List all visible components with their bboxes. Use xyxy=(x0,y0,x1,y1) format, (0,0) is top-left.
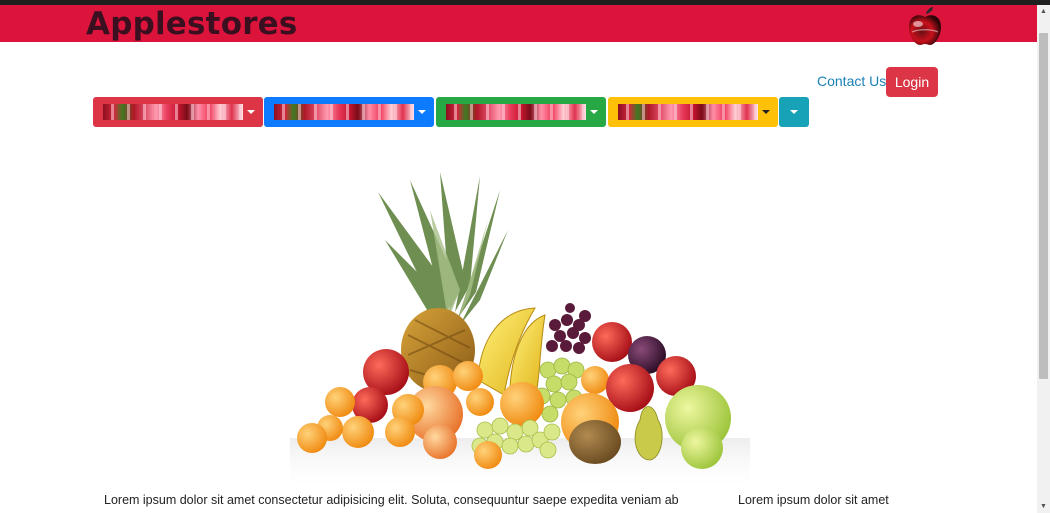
caret-down-icon xyxy=(418,110,426,114)
page-scrollbar[interactable]: ▲ ▼ xyxy=(1037,5,1050,513)
caret-down-icon xyxy=(590,110,598,114)
fruit-thumbnail-icon xyxy=(446,104,586,120)
dropdown-button-blue[interactable] xyxy=(264,97,434,127)
apple-logo-icon[interactable] xyxy=(906,5,944,49)
login-button[interactable]: Login xyxy=(886,67,938,97)
dropdown-button-yellow[interactable] xyxy=(608,97,778,127)
contact-us-link[interactable]: Contact Us xyxy=(817,73,886,89)
content-paragraph-left: Lorem ipsum dolor sit amet consectetur a… xyxy=(104,493,679,507)
scrollbar-thumb[interactable] xyxy=(1039,33,1048,379)
fruit-arrangement-image xyxy=(290,172,750,492)
scroll-up-arrow-icon[interactable]: ▲ xyxy=(1037,5,1050,18)
caret-down-icon xyxy=(762,110,770,114)
caret-down-icon xyxy=(790,110,798,114)
content-paragraph-right: Lorem ipsum dolor sit amet xyxy=(738,493,889,507)
dropdown-button-red[interactable] xyxy=(93,97,263,127)
dropdown-button-green[interactable] xyxy=(436,97,606,127)
caret-down-icon xyxy=(247,110,255,114)
dropdown-button-teal[interactable] xyxy=(779,97,809,127)
scroll-down-arrow-icon[interactable]: ▼ xyxy=(1037,500,1050,513)
brand-title[interactable]: Applestores xyxy=(86,6,298,42)
fruit-thumbnail-icon xyxy=(274,104,414,120)
site-header: Applestores xyxy=(0,5,1037,42)
fruit-thumbnail-icon xyxy=(618,104,758,120)
fruit-thumbnail-icon xyxy=(103,104,243,120)
